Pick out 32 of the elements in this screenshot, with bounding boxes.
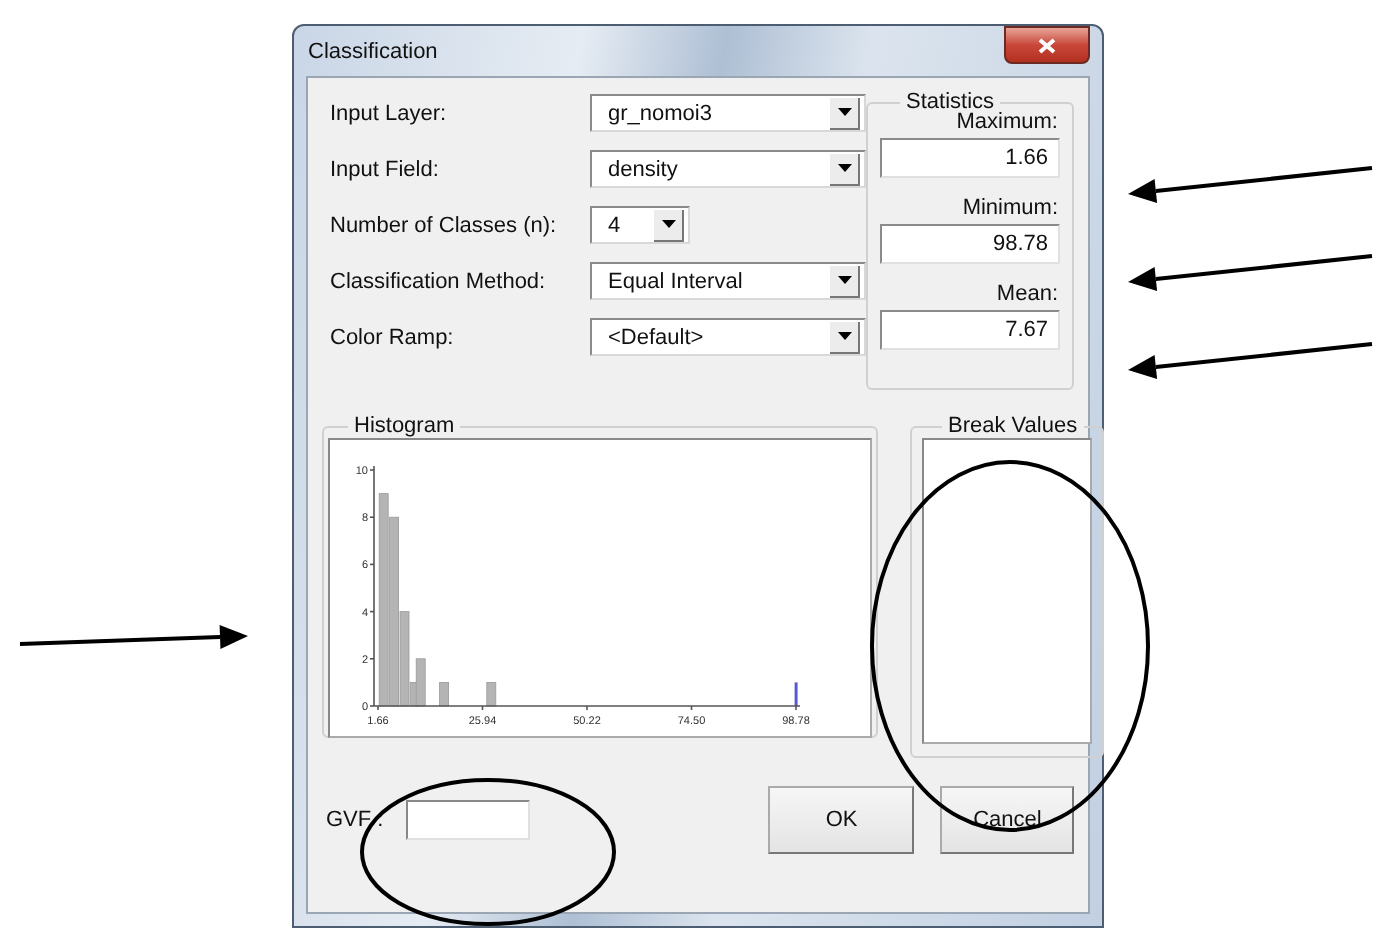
histogram-bar [439,682,449,707]
group-title: Histogram [352,414,457,438]
statistic-field[interactable]: 1.66 [880,138,1060,178]
field-label: Input Layer: [328,101,449,125]
dropdown-field[interactable]: density [590,150,866,188]
caret-icon [837,164,851,172]
statistic-label: Maximum: [954,110,1060,134]
statistic-field[interactable]: 7.67 [880,310,1060,350]
caret-icon [837,332,851,340]
field-label: Input Field: [328,157,441,181]
ok-button[interactable]: OK [768,786,915,854]
dropdown-field[interactable]: 4 [590,206,690,244]
statistic-label: Mean: [994,282,1060,306]
dropdown-field[interactable]: <Default> [590,318,866,356]
statistic-field[interactable]: 98.78 [880,224,1060,264]
field-label: Number of Classes (n): [328,213,559,237]
group-title: Break Values [946,414,1080,438]
field-label: Color Ramp: [328,325,456,349]
caret-icon [661,220,675,228]
group-title: Statistics [904,90,995,114]
break-values-list[interactable] [922,438,1092,744]
statistic-label: Minimum: [960,196,1060,220]
close-icon [1038,37,1056,53]
dropdown-field[interactable]: Equal Interval [590,262,866,300]
close-button[interactable] [1004,26,1090,64]
dropdown-field[interactable]: gr_nomoi3 [590,94,866,132]
window-title: Classification [306,39,438,63]
field-label: Classification Method: [328,269,548,293]
caret-icon [837,276,851,284]
histogram-bar [486,682,497,707]
gvf-field[interactable] [406,800,531,840]
caret-icon [837,108,851,116]
